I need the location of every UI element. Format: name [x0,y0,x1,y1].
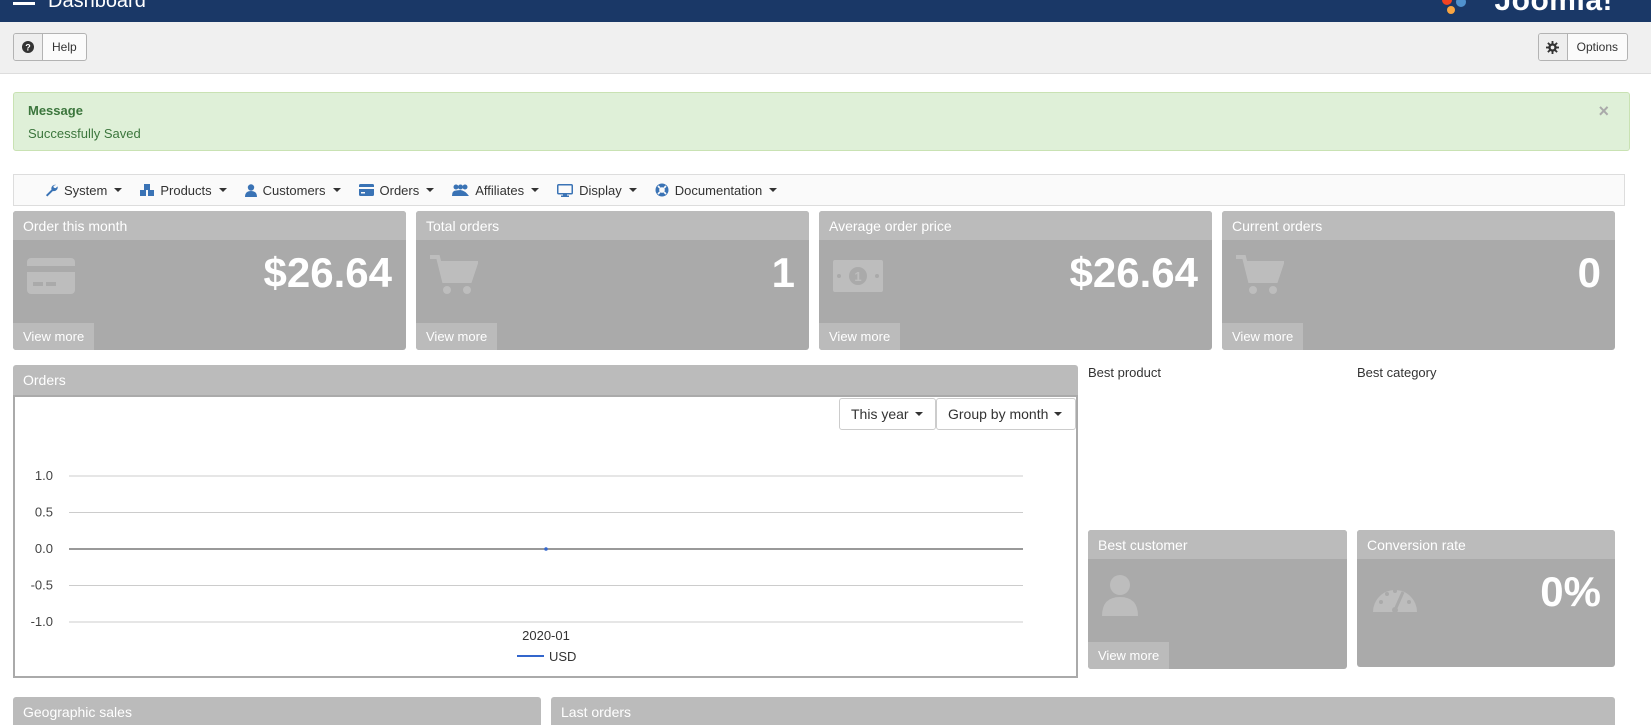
legend-label: USD [549,649,576,664]
menu-item-customers[interactable]: Customers [244,183,341,198]
best-customer-card: Best customer View more [1088,530,1347,669]
options-label: Options [1576,40,1618,54]
view-more-button[interactable]: View more [1088,642,1170,669]
component-menu: System Products Customers Orders Affilia… [13,174,1625,206]
conversion-rate-title: Conversion rate [1357,530,1615,559]
y-tick-label: 0.5 [35,505,53,520]
stat-card-title: Current orders [1222,211,1615,240]
users-icon [452,184,470,196]
help-label: Help [52,40,77,54]
orders-line-chart: 1.0 0.5 0.0 -0.5 -1.0 2020-01 USD [31,468,1023,664]
best-product-panel: Best product [1088,365,1347,395]
stat-card-title: Total orders [416,211,809,240]
menu-toggle-icon[interactable] [13,0,35,6]
success-alert: Message Successfully Saved × [13,92,1630,151]
svg-text:?: ? [25,43,31,53]
menu-item-products[interactable]: Products [140,183,227,198]
orders-panel-title: Orders [13,365,1078,395]
stat-card-title: Order this month [13,211,406,240]
question-circle-icon: ? [14,34,43,60]
stat-card-title: Average order price [819,211,1212,240]
stat-card-average-order-price: Average order price 1 $26.64 View more [819,211,1212,350]
dashboard-gauge-icon [1373,589,1417,613]
view-more-button[interactable]: View more [13,323,95,350]
stat-card-total-orders: Total orders 1 View more [416,211,809,350]
menu-item-display[interactable]: Display [557,183,637,198]
stat-value: 0 [1577,249,1601,296]
conversion-rate-card: Conversion rate 0% [1357,530,1615,667]
page-title: Dashboard [48,0,146,12]
y-tick-label: -0.5 [31,578,53,593]
menu-item-system[interactable]: System [45,183,123,198]
toolbar: ? Help Options [0,22,1651,74]
conversion-rate-value: 0% [1540,568,1601,615]
wrench-icon [45,184,58,197]
view-more-button[interactable]: View more [1222,323,1304,350]
alert-message: Successfully Saved [28,126,141,141]
y-tick-label: 0.0 [35,541,53,556]
joomla-logo-icon [1442,0,1466,14]
x-tick-label: 2020-01 [522,628,570,643]
orders-chart-area: This year Group by month 1.0 0.5 0.0 -0.5 -1… [13,395,1078,678]
menu-item-orders[interactable]: Orders [358,183,435,198]
money-icon: 1 [833,260,883,292]
best-category-title: Best category [1357,365,1437,380]
orders-panel: Orders This year Group by month 1.0 0.5 0.… [13,365,1078,681]
desktop-icon [557,183,574,197]
view-more-button[interactable]: View more [416,323,498,350]
best-product-title: Best product [1088,365,1161,380]
cubes-icon [140,183,155,197]
help-button[interactable]: ? Help [13,33,87,61]
last-orders-title: Last orders [551,697,1615,725]
credit-card-icon [27,258,75,294]
stat-card-current-orders: Current orders 0 View more [1222,211,1615,350]
options-button[interactable]: Options [1537,33,1628,61]
user-icon [244,183,257,197]
stat-card-order-this-month: Order this month $26.64 View more [13,211,406,350]
y-tick-label: -1.0 [31,614,53,629]
stat-value: 1 [771,249,795,296]
svg-text:1: 1 [854,269,861,284]
best-category-panel: Best category [1357,365,1615,395]
menu-item-documentation[interactable]: Documentation [655,183,778,198]
view-more-button[interactable]: View more [819,323,901,350]
best-customer-title: Best customer [1088,530,1347,559]
shopping-cart-icon [1236,255,1284,294]
credit-card-icon [358,184,374,196]
data-point [544,547,548,551]
joomla-logo-text: Joomla! [1494,0,1613,17]
close-icon[interactable]: × [1598,101,1609,122]
alert-heading: Message [28,103,83,118]
geographic-sales-title: Geographic sales [13,697,541,725]
gear-icon [1538,34,1568,60]
y-tick-label: 1.0 [35,468,53,483]
menu-item-affiliates[interactable]: Affiliates [452,183,540,198]
stat-value: $26.64 [1069,249,1198,296]
user-icon [1102,575,1138,616]
shopping-cart-icon [430,255,478,294]
top-header: Dashboard Joomla! [0,0,1651,22]
life-ring-icon [655,183,669,197]
stat-value: $26.64 [263,249,392,296]
